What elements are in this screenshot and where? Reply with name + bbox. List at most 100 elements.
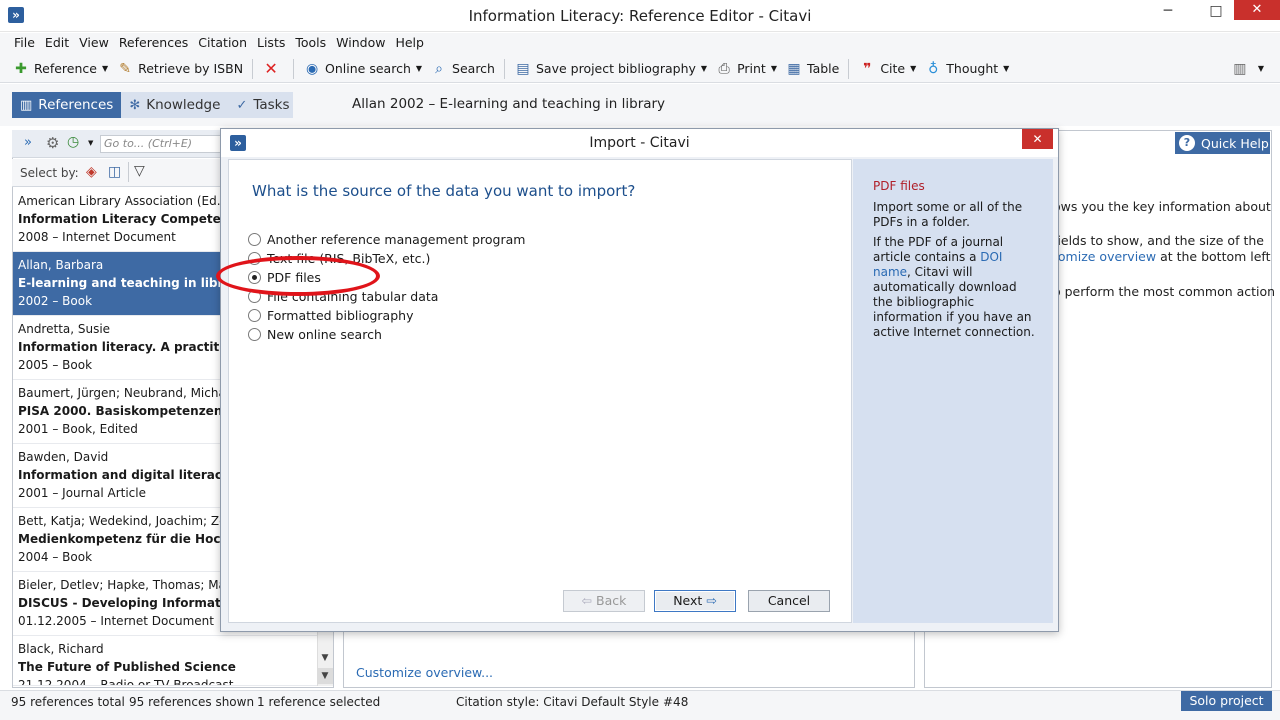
tab-references[interactable]: ▥ References [12,92,122,118]
customize-overview-help-link[interactable]: tomize overview [1053,249,1156,264]
chevron-down-icon: ▼ [415,64,423,73]
close-window-button[interactable]: ✕ [1234,0,1280,20]
toolbar-separator [848,58,850,79]
quote-icon: ❞ [863,60,872,77]
project-type-badge[interactable]: Solo project [1181,691,1272,711]
wand-icon: ✎ [119,60,131,77]
back-button[interactable]: ⇦ Back [563,590,645,612]
delete-button[interactable]: ✕ [258,57,288,81]
table-button[interactable]: ▦ Table [781,57,843,81]
info-heading: PDF files [873,179,925,193]
info-paragraph: Import some or all of the PDFs in a fold… [873,200,1023,229]
status-citation-style[interactable]: Citation style: Citavi Default Style [456,693,659,711]
help-text: ows you the key information about [1053,199,1271,214]
add-reference-button[interactable]: ✚ Reference ▼ [8,57,112,81]
radio-button[interactable] [248,232,261,246]
menu-citation[interactable]: Citation [193,33,252,53]
import-question: What is the source of the data you want … [252,182,636,200]
retrieve-by-isbn-button[interactable]: ✎ Retrieve by ISBN [112,57,247,81]
arrow-right-icon: ⇨ [706,593,717,608]
save-bibliography-icon: ▤ [516,60,530,77]
menu-view[interactable]: View [74,33,114,53]
search-icon: ⌕ [435,60,443,77]
globe-search-icon: ◉ [305,60,319,77]
help-icon: ? [1179,135,1195,151]
goto-input[interactable]: Go to... (Ctrl+E) [100,135,224,153]
quick-help-button[interactable]: ? Quick Help [1175,132,1270,154]
printer-icon: ⎙ [718,60,730,77]
toolbar-separator [503,58,505,79]
menu-references[interactable]: References [114,33,193,53]
chevron-down-icon: ▼ [101,64,109,73]
save-project-bibliography-button[interactable]: ▤ Save project bibliography ▼ [510,57,711,81]
expand-icon[interactable]: » [24,135,32,150]
menu-window[interactable]: Window [331,33,390,53]
cancel-button[interactable]: Cancel [748,590,830,612]
toolbar: ✚ Reference ▼ ✎ Retrieve by ISBN ✕ ◉ Online … [0,55,1280,83]
menu-edit[interactable]: Edit [40,33,74,53]
option-tabular-data[interactable]: File containing tabular data [248,287,438,305]
chevron-down-icon: ▼ [700,64,708,73]
select-tag-icon[interactable]: ◈ [86,164,97,180]
menu-help[interactable]: Help [390,33,429,53]
tasks-icon: ✓ [236,97,248,113]
dialog-close-button[interactable]: ✕ [1022,129,1053,149]
next-button[interactable]: Next ⇨ [654,590,736,612]
search-button[interactable]: ⌕ Search [426,57,499,81]
radio-button[interactable] [248,308,261,322]
chevron-down-icon[interactable]: ▼ [88,139,93,147]
radio-button[interactable] [248,251,261,265]
menu-tools[interactable]: Tools [290,33,331,53]
nav-tabs: ▥ References ✻ Knowledge ✓ Tasks [12,92,293,118]
scroll-end-icon[interactable]: ▼ [317,668,333,684]
references-icon: ▥ [20,97,33,113]
window-title: Information Literacy: Reference Editor -… [468,7,812,25]
chevron-down-icon: ▼ [770,64,777,73]
option-text-file[interactable]: Text file (RIS, BibTeX, etc.) [248,249,430,267]
online-search-button[interactable]: ◉ Online search ▼ [299,57,426,81]
layout-icon: ▥ [1233,60,1247,77]
gear-icon[interactable]: ⚙ [46,134,59,152]
help-text: tomize overview at the bottom left [1053,249,1271,264]
status-total: 95 references total [11,695,125,709]
import-dialog-title: Import - Citavi [589,135,690,151]
menu-file[interactable]: File [10,33,40,53]
option-formatted-bibliography[interactable]: Formatted bibliography [248,306,413,324]
scroll-down-arrow-icon[interactable]: ▼ [317,651,333,665]
thought-button[interactable]: ♁ Thought ▼ [920,57,1013,81]
select-by-label: Select by: [20,166,79,180]
print-button[interactable]: ⎙ Print ▼ [711,57,781,81]
help-text: fields to show, and the size of the [1053,233,1264,248]
radio-button[interactable] [248,289,261,303]
chevron-down-icon: ▼ [1003,64,1010,73]
radio-button-selected[interactable] [248,270,261,284]
option-online-search[interactable]: New online search [248,325,382,343]
customize-overview-link[interactable]: Customize overview... [356,665,493,680]
toolbar-separator [252,58,254,79]
arrow-left-icon: ⇦ [581,593,593,608]
import-dialog-body [228,159,852,623]
separator [128,162,129,182]
minimize-button[interactable]: ─ [1148,0,1188,24]
filter-icon[interactable]: ▽ [134,163,145,179]
menu-lists[interactable]: Lists [252,33,290,53]
status-reference-number: #48 [663,695,689,709]
help-text: o perform the most common action [1053,284,1276,299]
option-reference-program[interactable]: Another reference management program [248,230,525,248]
option-pdf-files[interactable]: PDF files [248,268,321,286]
status-selected: 1 reference selected [257,695,381,709]
select-group-icon[interactable]: ◫ [108,164,121,180]
delete-x-icon: ✕ [264,59,278,78]
reference-list-item[interactable]: Black, Richard The Future of Published S… [13,636,319,686]
tab-tasks[interactable]: ✓ Tasks [228,92,297,118]
knowledge-icon: ✻ [129,97,141,113]
info-paragraph: If the PDF of a journal article contains… [873,235,1035,339]
cite-button[interactable]: ❞ Cite ▼ [854,57,920,81]
maximize-button[interactable]: □ [1196,0,1236,24]
radio-button[interactable] [248,327,261,341]
tab-knowledge[interactable]: ✻ Knowledge [121,92,228,118]
layout-options-button[interactable]: ▥ ▼ [1227,57,1268,81]
status-shown: 95 references shown [129,695,255,709]
chevron-down-icon: ▼ [1257,64,1264,73]
history-icon[interactable]: ◷ [67,134,79,150]
